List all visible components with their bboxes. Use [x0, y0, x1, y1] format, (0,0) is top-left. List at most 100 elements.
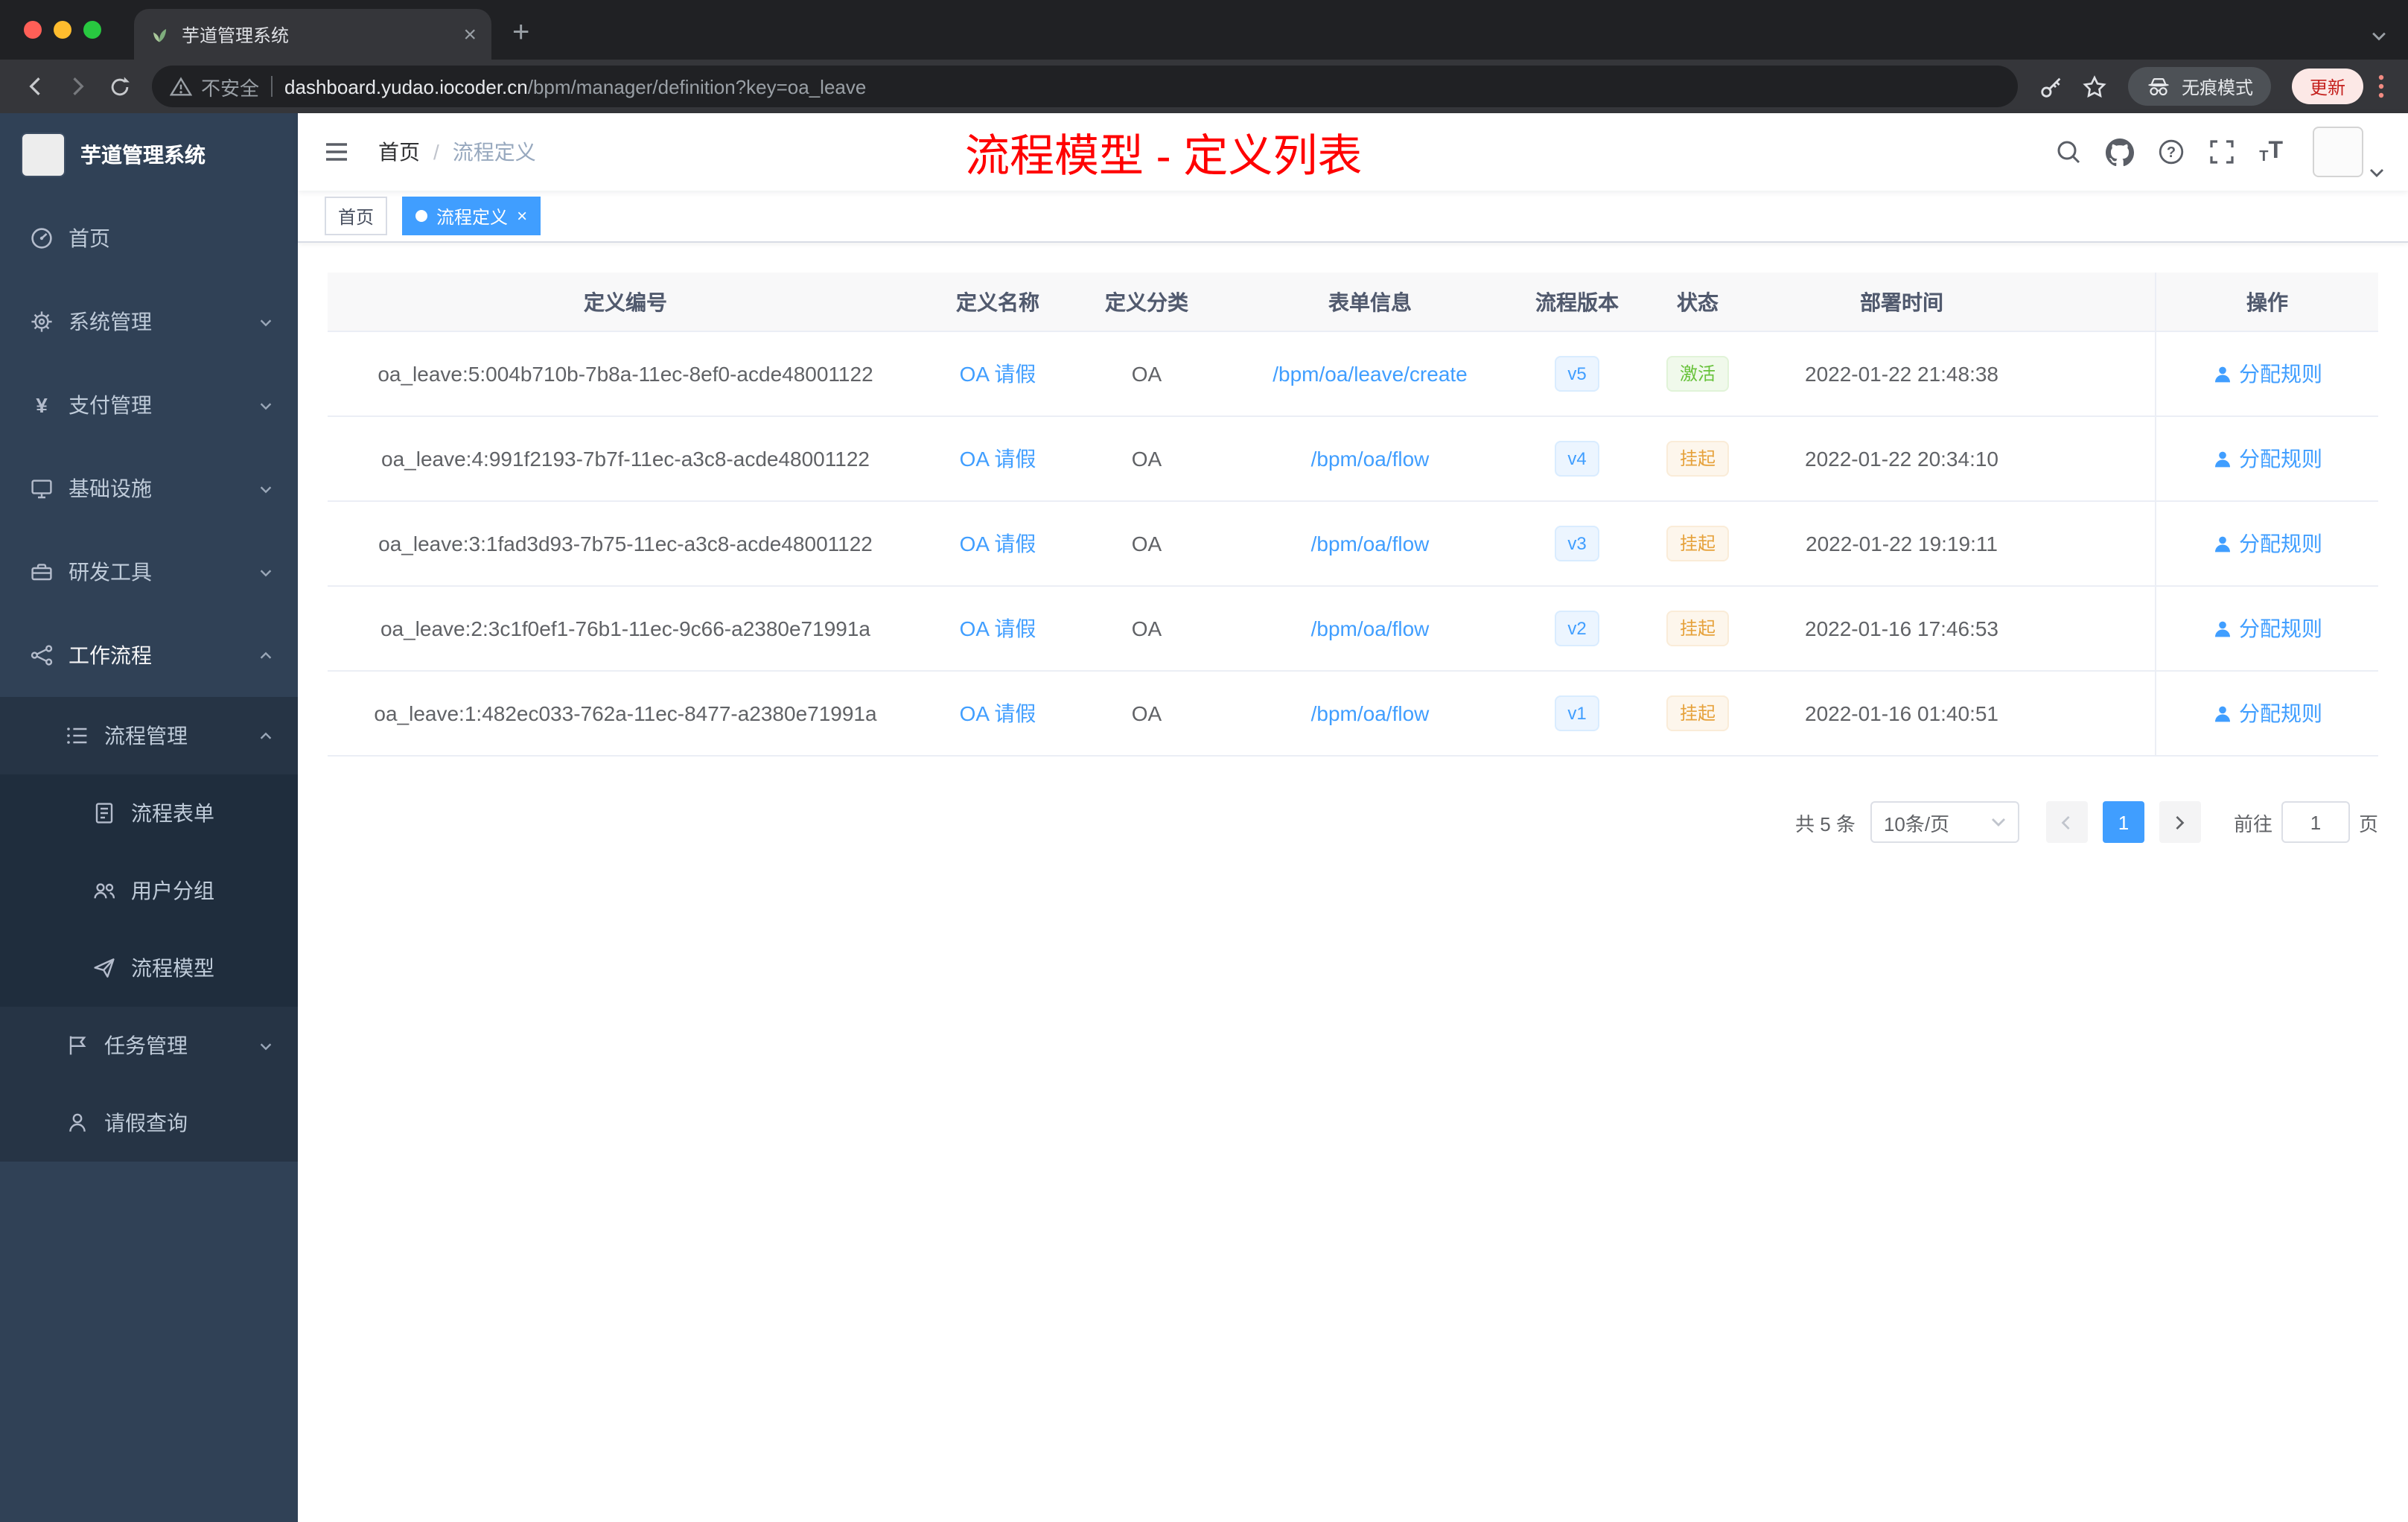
window-controls [0, 21, 122, 39]
assign-rule-link[interactable]: 分配规则 [2212, 698, 2322, 728]
tag-process-definition[interactable]: 流程定义 × [402, 197, 541, 235]
assign-rule-link[interactable]: 分配规则 [2212, 614, 2322, 643]
avatar[interactable] [2313, 127, 2363, 177]
browser-update-button[interactable]: 更新 [2291, 69, 2363, 104]
sidebar-item-process-management[interactable]: 流程管理 [0, 697, 298, 774]
incognito-badge: 无痕模式 [2127, 67, 2271, 106]
sidebar-item-process-forms[interactable]: 流程表单 [0, 774, 298, 852]
password-key-icon[interactable] [2039, 74, 2064, 99]
tag-home[interactable]: 首页 [325, 197, 388, 235]
definition-name-link[interactable]: OA 请假 [960, 359, 1036, 389]
table-row: oa_leave:3:1fad3d93-7b75-11ec-a3c8-acde4… [328, 502, 2378, 587]
sidebar-item-infrastructure[interactable]: 基础设施 [0, 447, 298, 530]
sidebar-item-workflow[interactable]: 工作流程 [0, 614, 298, 697]
page-number-button[interactable]: 1 [2102, 801, 2144, 843]
form-icon [92, 801, 116, 825]
forward-icon[interactable] [57, 66, 98, 107]
cell-category: OA [1131, 447, 1162, 471]
definition-name-link[interactable]: OA 请假 [960, 444, 1036, 474]
sidebar-item-user-groups[interactable]: 用户分组 [0, 852, 298, 929]
person-icon [66, 1111, 89, 1135]
tab-search-chevron-icon[interactable] [2371, 31, 2387, 42]
pagination: 共 5 条 10条/页 1 前往 1 页 [328, 801, 2378, 843]
breadcrumb-home[interactable]: 首页 [378, 137, 420, 167]
cell-filler [2043, 672, 2155, 755]
assign-rule-link[interactable]: 分配规则 [2212, 359, 2322, 389]
goto-page-input[interactable] [2281, 801, 2350, 843]
fullscreen-icon[interactable] [2208, 138, 2235, 165]
user-icon [2212, 619, 2232, 638]
app-logo-row[interactable]: 芋道管理系统 [0, 113, 298, 197]
url-text: dashboard.yudao.iocoder.cn/bpm/manager/d… [284, 75, 866, 98]
github-icon[interactable] [2106, 138, 2135, 166]
form-info-link[interactable]: /bpm/oa/flow [1311, 532, 1430, 555]
search-icon[interactable] [2055, 138, 2082, 165]
app-title: 芋道管理系统 [80, 143, 206, 167]
yen-icon: ¥ [36, 393, 48, 417]
page-unit-label: 页 [2358, 812, 2378, 835]
address-bar[interactable]: 不安全 dashboard.yudao.iocoder.cn/bpm/manag… [152, 66, 2018, 107]
reload-icon[interactable] [98, 66, 140, 107]
bookmark-star-icon[interactable] [2082, 74, 2107, 99]
cell-definition-id: oa_leave:1:482ec033-762a-11ec-8477-a2380… [374, 701, 877, 725]
sidebar-item-payment-management[interactable]: ¥ 支付管理 [0, 363, 298, 447]
back-icon[interactable] [15, 66, 57, 107]
browser-toolbar: 不安全 dashboard.yudao.iocoder.cn/bpm/manag… [0, 60, 2408, 113]
assign-rule-link[interactable]: 分配规则 [2212, 444, 2322, 474]
next-page-button[interactable] [2159, 801, 2201, 843]
sidebar-item-task-management[interactable]: 任务管理 [0, 1007, 298, 1084]
sidebar-item-leave-query[interactable]: 请假查询 [0, 1084, 298, 1162]
definition-name-link[interactable]: OA 请假 [960, 614, 1036, 643]
prev-page-button[interactable] [2045, 801, 2088, 843]
url-path: /bpm/manager/definition?key=oa_leave [527, 75, 867, 98]
tab-close-icon[interactable]: × [463, 23, 477, 45]
definition-name-link[interactable]: OA 请假 [960, 529, 1036, 558]
chevron-down-icon [258, 397, 274, 413]
zoom-window-button[interactable] [83, 21, 101, 39]
column-header-version: 流程版本 [1535, 290, 1619, 313]
new-tab-button[interactable]: + [512, 16, 529, 51]
browser-menu-kebab-icon[interactable] [2378, 74, 2384, 98]
cell-definition-id: oa_leave:4:991f2193-7b7f-11ec-a3c8-acde4… [381, 447, 870, 471]
form-info-link[interactable]: /bpm/oa/flow [1311, 447, 1430, 471]
column-header-deploy-time: 部署时间 [1860, 290, 1943, 313]
definition-name-link[interactable]: OA 请假 [960, 698, 1036, 728]
form-info-link[interactable]: /bpm/oa/flow [1311, 701, 1430, 725]
tag-close-icon[interactable]: × [517, 207, 527, 225]
table-row: oa_leave:1:482ec033-762a-11ec-8477-a2380… [328, 672, 2378, 757]
close-window-button[interactable] [24, 21, 42, 39]
sidebar-item-system-management[interactable]: 系统管理 [0, 280, 298, 363]
definition-table: 定义编号 定义名称 定义分类 表单信息 流程版本 状态 部署时间 操作 oa_l… [328, 273, 2378, 757]
status-tag: 挂起 [1666, 441, 1729, 477]
goto-label: 前往 [2233, 812, 2272, 835]
omnibox-divider [271, 76, 273, 97]
sidebar-item-dev-tools[interactable]: 研发工具 [0, 530, 298, 614]
cell-category: OA [1131, 532, 1162, 555]
navbar-actions: ? TT [2055, 127, 2384, 177]
cell-filler [2043, 502, 2155, 585]
form-info-link[interactable]: /bpm/oa/leave/create [1273, 362, 1468, 386]
cell-category: OA [1131, 362, 1162, 386]
minimize-window-button[interactable] [54, 21, 71, 39]
assign-rule-link[interactable]: 分配规则 [2212, 529, 2322, 558]
app-logo [21, 133, 66, 177]
question-icon[interactable]: ? [2158, 138, 2185, 165]
browser-tab[interactable]: 芋道管理系统 × [134, 9, 491, 60]
browser-window: 芋道管理系统 × + 不安全 dashboard.yudao.iocoder.c… [0, 0, 2408, 1522]
breadcrumb-separator: / [433, 140, 439, 164]
table-header-row: 定义编号 定义名称 定义分类 表单信息 流程版本 状态 部署时间 操作 [328, 273, 2378, 332]
sidebar-toggle-icon[interactable] [322, 137, 351, 167]
cell-deploy-time: 2022-01-16 17:46:53 [1805, 617, 1998, 640]
user-menu[interactable] [2313, 127, 2384, 177]
font-size-icon[interactable]: TT [2259, 138, 2283, 165]
security-chip[interactable]: 不安全 [170, 72, 259, 101]
incognito-icon [2146, 77, 2171, 96]
form-info-link[interactable]: /bpm/oa/flow [1311, 617, 1430, 640]
sidebar-item-process-models[interactable]: 流程模型 [0, 929, 298, 1007]
column-header-definition-id: 定义编号 [584, 290, 667, 313]
cell-filler [2043, 332, 2155, 415]
page-size-select[interactable]: 10条/页 [1870, 801, 2019, 843]
sidebar-item-home[interactable]: 首页 [0, 197, 298, 280]
table-row: oa_leave:2:3c1f0ef1-76b1-11ec-9c66-a2380… [328, 587, 2378, 672]
cell-deploy-time: 2022-01-22 19:19:11 [1806, 532, 1998, 555]
